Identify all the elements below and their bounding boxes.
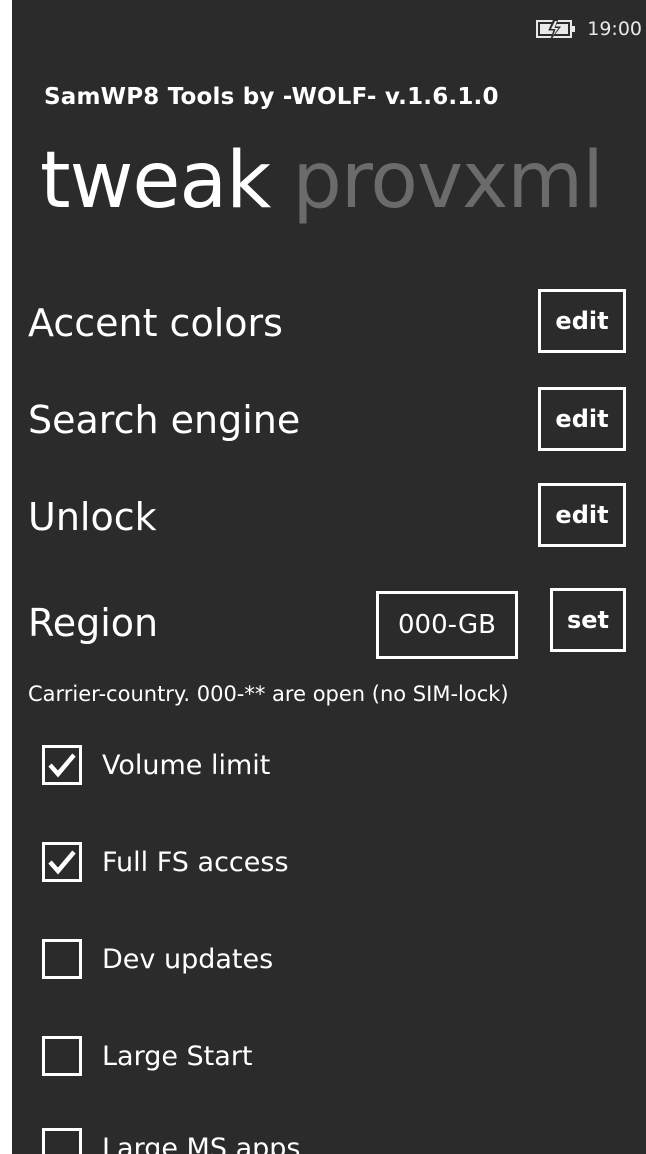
large-ms-apps-checkbox[interactable] — [42, 1128, 82, 1154]
dev-updates-label: Dev updates — [102, 943, 274, 975]
option-volume-limit[interactable]: Volume limit — [42, 745, 270, 785]
option-full-fs-access[interactable]: Full FS access — [42, 842, 289, 882]
pivot-tab-provxml[interactable]: provxml — [292, 136, 604, 226]
setting-label-search-engine: Search engine — [28, 398, 301, 442]
setting-label-accent-colors: Accent colors — [28, 301, 283, 345]
full-fs-access-checkbox[interactable] — [42, 842, 82, 882]
volume-limit-checkbox[interactable] — [42, 745, 82, 785]
status-bar: 19:00 — [535, 14, 642, 44]
volume-limit-label: Volume limit — [102, 749, 271, 781]
setting-label-region: Region — [28, 601, 159, 645]
pivot-header: tweak provxml — [40, 136, 604, 226]
phone-screen: 19:00 SamWP8 Tools by -WOLF- v.1.6.1.0 t… — [12, 0, 646, 1154]
region-set-button[interactable]: set — [550, 588, 626, 652]
accent-colors-edit-button[interactable]: edit — [538, 289, 626, 353]
search-engine-edit-button[interactable]: edit — [538, 387, 626, 451]
option-dev-updates[interactable]: Dev updates — [42, 939, 273, 979]
setting-label-unlock: Unlock — [28, 495, 157, 539]
status-time: 19:00 — [587, 18, 642, 40]
app-title: SamWP8 Tools by -WOLF- v.1.6.1.0 — [44, 84, 499, 110]
dev-updates-checkbox[interactable] — [42, 939, 82, 979]
checkmark-icon — [48, 753, 76, 778]
region-hint-text: Carrier-country. 000-** are open (no SIM… — [28, 682, 509, 706]
region-code-input[interactable]: 000-GB — [376, 591, 518, 659]
large-start-checkbox[interactable] — [42, 1036, 82, 1076]
pivot-tab-tweak[interactable]: tweak — [40, 136, 271, 226]
large-ms-apps-label: Large MS apps — [102, 1132, 301, 1154]
option-large-ms-apps[interactable]: Large MS apps — [42, 1128, 300, 1154]
checkmark-icon — [48, 850, 76, 875]
battery-charging-icon — [536, 18, 576, 40]
large-start-label: Large Start — [102, 1040, 253, 1072]
option-large-start[interactable]: Large Start — [42, 1036, 253, 1076]
full-fs-access-label: Full FS access — [102, 846, 289, 878]
setting-row-region: Region — [28, 600, 638, 650]
unlock-edit-button[interactable]: edit — [538, 483, 626, 547]
